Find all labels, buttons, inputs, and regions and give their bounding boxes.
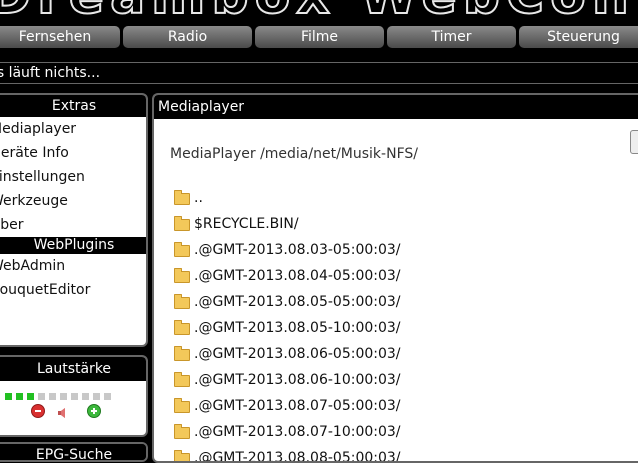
epg-search-panel: EPG-Suche — [0, 442, 148, 462]
extras-panel: Extras Mediaplayer Geräte Info Einstellu… — [0, 93, 148, 347]
mediaplayer-panel: Mediaplayer MediaPlayer /media/net/Musik… — [152, 93, 638, 463]
folder-icon — [174, 450, 190, 461]
folder-icon — [174, 216, 190, 231]
volume-title: Lautstärke — [0, 357, 146, 381]
volume-panel: Lautstärke — [0, 355, 148, 437]
file-name: .@GMT-2013.08.04-05:00:03/ — [194, 268, 401, 284]
folder-icon — [174, 268, 190, 283]
file-name: .@GMT-2013.08.05-05:00:03/ — [194, 294, 401, 310]
volume-segment[interactable] — [82, 393, 89, 400]
extras-title: Extras — [0, 95, 146, 117]
volume-segment[interactable] — [71, 393, 78, 400]
menu-item-mediaplayer[interactable]: Mediaplayer — [0, 117, 146, 141]
menu-item-label: Mediaplayer — [0, 121, 77, 137]
tab-filme[interactable]: Filme — [255, 26, 384, 48]
file-name: $RECYCLE.BIN/ — [194, 216, 299, 232]
folder-icon — [174, 294, 190, 309]
menu-item-werkzeuge[interactable]: Werkzeuge — [0, 189, 146, 213]
volume-segment[interactable] — [5, 393, 12, 400]
tab-radio[interactable]: Radio — [123, 26, 252, 48]
tab-timer[interactable]: Timer — [387, 26, 516, 48]
current-path: MediaPlayer /media/net/Musik-NFS/ — [170, 146, 418, 162]
menu-item-geraete-info[interactable]: Geräte Info — [0, 141, 146, 165]
menu-item-label: Einstellungen — [0, 169, 85, 185]
file-name: .@GMT-2013.08.06-05:00:03/ — [194, 346, 401, 362]
menu-item-bouqueteditor[interactable]: BouquetEditor — [0, 278, 146, 302]
main-nav: Fernsehen Radio Filme Timer Steuerung — [0, 24, 638, 48]
menu-item-ueber[interactable]: Über — [0, 213, 146, 237]
folder-icon — [174, 424, 190, 439]
volume-up-button[interactable] — [87, 404, 101, 418]
mute-button[interactable] — [57, 404, 69, 418]
toolbar-button[interactable] — [630, 130, 638, 154]
volume-segment[interactable] — [38, 393, 45, 400]
file-name: .@GMT-2013.08.06-10:00:03/ — [194, 372, 401, 388]
menu-item-label: WebAdmin — [0, 258, 66, 274]
file-name: .@GMT-2013.08.03-05:00:03/ — [194, 242, 401, 258]
volume-segment[interactable] — [16, 393, 23, 400]
menu-item-label: BouquetEditor — [0, 282, 91, 298]
folder-icon — [174, 398, 190, 413]
mediaplayer-title: Mediaplayer — [154, 95, 638, 119]
minus-icon — [35, 410, 41, 412]
menu-item-label: Werkzeuge — [0, 193, 68, 209]
menu-item-label: Geräte Info — [0, 145, 69, 161]
status-text: Es läuft nichts... — [0, 65, 101, 81]
now-playing-status: Es läuft nichts... — [0, 62, 638, 84]
folder-icon — [174, 372, 190, 387]
folder-icon — [174, 320, 190, 335]
volume-segment[interactable] — [104, 393, 111, 400]
volume-segment[interactable] — [60, 393, 67, 400]
file-name: .@GMT-2013.08.07-10:00:03/ — [194, 424, 401, 440]
file-name: .@GMT-2013.08.07-05:00:03/ — [194, 398, 401, 414]
volume-segment[interactable] — [49, 393, 56, 400]
banner: Dreambox WebControl — [0, 0, 638, 24]
menu-item-webadmin[interactable]: WebAdmin — [0, 254, 146, 278]
tab-steuerung[interactable]: Steuerung — [519, 26, 638, 48]
file-name: .. — [194, 190, 203, 206]
volume-segment[interactable] — [93, 393, 100, 400]
tab-fernsehen[interactable]: Fernsehen — [0, 26, 120, 48]
file-name: .@GMT-2013.08.08-05:00:03/ — [194, 450, 401, 463]
folder-icon — [174, 346, 190, 361]
volume-down-button[interactable] — [31, 404, 45, 418]
menu-item-einstellungen[interactable]: Einstellungen — [0, 165, 146, 189]
file-name: .@GMT-2013.08.05-10:00:03/ — [194, 320, 401, 336]
folder-icon — [174, 190, 190, 205]
menu-item-label: Über — [0, 217, 24, 233]
volume-segment[interactable] — [27, 393, 34, 400]
folder-icon — [174, 242, 190, 257]
speaker-mute-icon — [58, 408, 65, 418]
banner-title: Dreambox WebControl — [0, 0, 638, 24]
epg-title: EPG-Suche — [0, 444, 146, 460]
webplugins-heading: WebPlugins — [0, 237, 146, 254]
